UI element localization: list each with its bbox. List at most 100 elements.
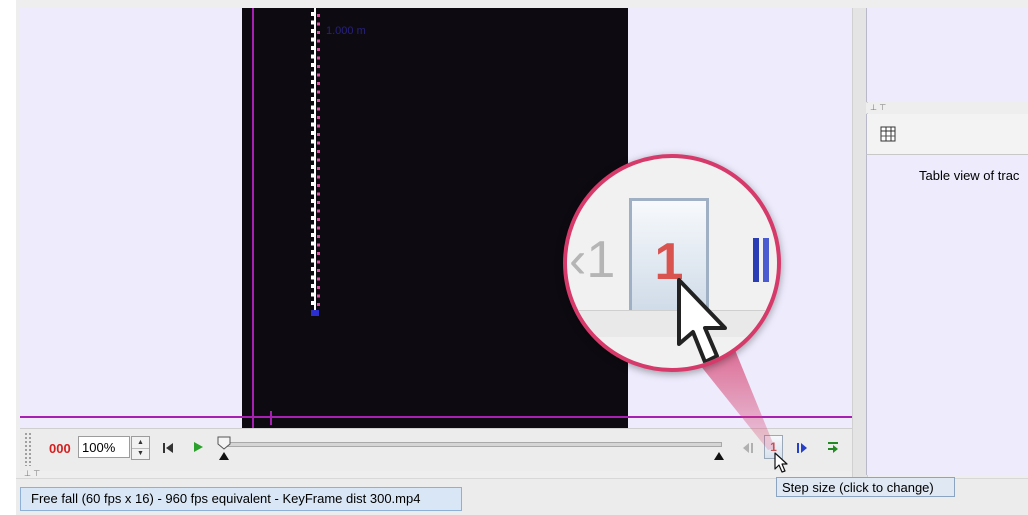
track-point-marker[interactable] [311,63,314,67]
track-point-marker[interactable] [317,73,320,77]
track-point-marker[interactable] [317,107,320,111]
track-point-marker[interactable] [311,88,314,93]
track-point-marker[interactable] [311,139,314,144]
track-point-marker[interactable] [317,14,320,17]
mouse-cursor-icon [774,452,788,473]
track-point-marker[interactable] [311,114,314,118]
track-point-marker[interactable] [311,199,314,203]
track-point-marker[interactable] [317,192,320,196]
track-point-marker[interactable] [311,292,314,297]
magnified-cursor-icon [677,278,727,364]
track-point-marker[interactable] [311,105,314,110]
track-point-marker[interactable] [317,175,320,179]
video-file-tab[interactable]: Free fall (60 fps x 16) - 960 fps equiva… [20,487,462,511]
track-point-marker[interactable] [317,48,320,51]
track-point-marker[interactable] [311,131,314,135]
track-point-marker[interactable] [311,71,314,76]
step-back-icon[interactable] [742,442,754,454]
track-point-marker[interactable] [317,56,320,60]
track-point-marker[interactable] [311,46,314,50]
track-point-marker[interactable] [317,167,320,170]
step-forward-icon[interactable] [796,442,808,454]
table-icon[interactable] [880,126,896,142]
track-point-marker[interactable] [317,82,320,85]
track-point-marker[interactable] [317,209,320,213]
track-point-marker[interactable] [311,20,314,25]
track-point-marker[interactable] [317,277,320,281]
track-point-marker[interactable] [317,133,320,136]
track-point-marker[interactable] [311,241,314,246]
track-point-marker[interactable] [317,150,320,153]
track-point-marker[interactable] [317,124,320,128]
track-point-marker[interactable] [311,258,314,263]
track-point-marker[interactable] [311,233,314,237]
track-point-marker[interactable] [311,29,314,33]
track-point-marker[interactable] [311,250,314,254]
track-point-marker[interactable] [317,184,320,187]
coordinate-axis-vertical[interactable] [252,8,254,428]
track-point-column[interactable] [309,8,321,318]
divider-grip-icon: ⊥ ⊤ [870,103,887,112]
track-point-marker[interactable] [317,269,320,272]
reset-button-icon[interactable] [162,442,174,454]
spinner-down-icon[interactable]: ▼ [132,448,149,459]
track-point-marker[interactable] [317,90,320,94]
track-point-marker[interactable] [311,54,314,59]
track-point-marker[interactable] [311,301,314,305]
track-point-marker[interactable] [311,156,314,161]
track-point-marker[interactable] [317,65,320,68]
play-button-icon[interactable] [192,441,204,453]
track-point-marker[interactable] [311,190,314,195]
track-point-marker[interactable] [311,148,314,152]
track-point-marker[interactable] [317,235,320,238]
track-point-marker[interactable] [317,286,320,289]
track-point-marker[interactable] [311,80,314,84]
splitter-grip-icon[interactable]: ⊥ ⊤ [24,470,54,478]
loop-toggle-icon[interactable] [826,440,840,454]
track-point-marker[interactable] [317,116,320,119]
track-point-marker[interactable] [311,165,314,169]
end-marker-icon[interactable] [714,452,724,460]
track-point-marker[interactable] [317,141,320,145]
track-point-marker[interactable] [311,37,314,42]
track-point-marker[interactable] [317,226,320,230]
panel-divider[interactable]: ⊥ ⊤ [866,103,1028,113]
track-point-marker[interactable] [317,260,320,264]
track-point-marker[interactable] [311,275,314,280]
track-point-marker[interactable] [317,243,320,247]
table-panel [866,155,1028,475]
track-point-marker[interactable] [317,158,320,162]
frame-number[interactable]: 000 [49,441,71,456]
track-point-marker[interactable] [317,303,320,306]
track-point-marker[interactable] [317,252,320,255]
toolbar-grip[interactable] [24,432,32,466]
track-point-marker[interactable] [311,216,314,220]
coordinate-axis-horizontal[interactable] [20,416,852,418]
slider-thumb[interactable] [217,436,231,450]
track-point-marker[interactable] [311,182,314,186]
track-point-marker[interactable] [317,294,320,298]
track-point-marker[interactable] [311,97,314,101]
track-point-marker[interactable] [311,284,314,288]
plot-panel[interactable] [866,8,1028,102]
calibration-label[interactable]: 1.000 m [326,25,366,37]
track-point-marker[interactable] [317,39,320,43]
video-frame [242,8,628,428]
start-marker-icon[interactable] [219,452,229,460]
track-point-marker[interactable] [317,218,320,221]
zoom-field[interactable] [78,436,130,458]
step-size-tooltip: Step size (click to change) [776,477,955,497]
track-point-marker[interactable] [311,122,314,127]
track-point-marker[interactable] [311,267,314,271]
track-point-marker[interactable] [317,22,320,26]
magnified-toolbar-edge [567,310,777,337]
track-point-marker[interactable] [311,207,314,212]
track-point-marker[interactable] [311,173,314,178]
track-point-marker[interactable] [317,201,320,204]
track-point-marker[interactable] [311,12,314,16]
track-point-marker[interactable] [311,224,314,229]
track-point-marker[interactable] [317,99,320,102]
axis-tick [270,411,272,425]
frame-slider[interactable] [224,442,722,447]
track-point-marker[interactable] [317,31,320,34]
